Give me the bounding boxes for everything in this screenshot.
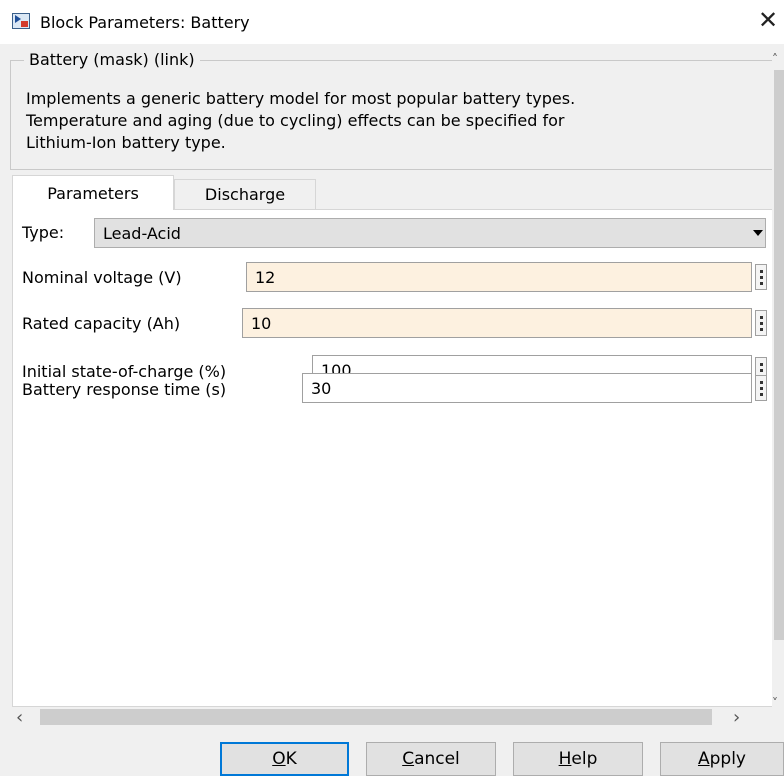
cancel-label: ancel — [414, 749, 460, 769]
more-options-icon[interactable] — [755, 375, 767, 401]
tab-discharge[interactable]: Discharge — [174, 179, 316, 210]
more-options-icon[interactable] — [755, 310, 767, 336]
help-button[interactable]: Help — [513, 742, 643, 776]
initial-soc-label: Initial state-of-charge (%) — [22, 362, 227, 381]
nominal-voltage-field[interactable]: 12 — [246, 262, 752, 292]
more-options-icon[interactable] — [755, 264, 767, 290]
description-line: Temperature and aging (due to cycling) e… — [26, 111, 565, 130]
block-description: Implements a generic battery model for m… — [26, 88, 766, 154]
response-time-field[interactable]: 30 — [302, 373, 752, 403]
cancel-mnemonic: C — [402, 749, 415, 769]
response-time-label: Battery response time (s) — [22, 380, 227, 399]
type-dropdown[interactable]: Lead-Acid — [94, 218, 766, 248]
apply-button[interactable]: Apply — [660, 742, 784, 776]
scroll-up-icon[interactable]: ˄ — [772, 52, 778, 66]
group-title: Battery (mask) (link) — [24, 50, 200, 69]
scroll-left-icon[interactable]: ‹ — [16, 707, 23, 728]
title-bar: Block Parameters: Battery ✕ — [0, 0, 784, 44]
simulink-block-icon — [12, 13, 30, 29]
help-label: elp — [571, 749, 598, 769]
ok-button[interactable]: OK — [220, 742, 349, 776]
type-label: Type: — [22, 223, 65, 242]
ok-mnemonic: O — [272, 749, 286, 769]
description-line: Lithium-Ion battery type. — [26, 133, 226, 152]
cancel-button[interactable]: Cancel — [366, 742, 496, 776]
tab-parameters[interactable]: Parameters — [12, 175, 174, 210]
horizontal-scroll-thumb[interactable] — [40, 709, 712, 725]
scroll-right-icon[interactable]: › — [733, 707, 740, 728]
scroll-down-icon[interactable]: ˅ — [772, 696, 778, 710]
chevron-down-icon — [753, 230, 763, 236]
window-title: Block Parameters: Battery — [40, 13, 250, 32]
vertical-scroll-thumb[interactable] — [774, 70, 784, 640]
apply-mnemonic: A — [697, 749, 710, 769]
ok-label: K — [285, 749, 297, 769]
rated-capacity-field[interactable]: 10 — [242, 308, 752, 338]
description-line: Implements a generic battery model for m… — [26, 89, 576, 108]
apply-label: pply — [709, 749, 746, 769]
nominal-voltage-label: Nominal voltage (V) — [22, 268, 182, 287]
type-selected-value: Lead-Acid — [103, 223, 181, 243]
help-mnemonic: H — [558, 749, 572, 769]
close-icon[interactable]: ✕ — [758, 8, 778, 32]
rated-capacity-label: Rated capacity (Ah) — [22, 314, 181, 333]
